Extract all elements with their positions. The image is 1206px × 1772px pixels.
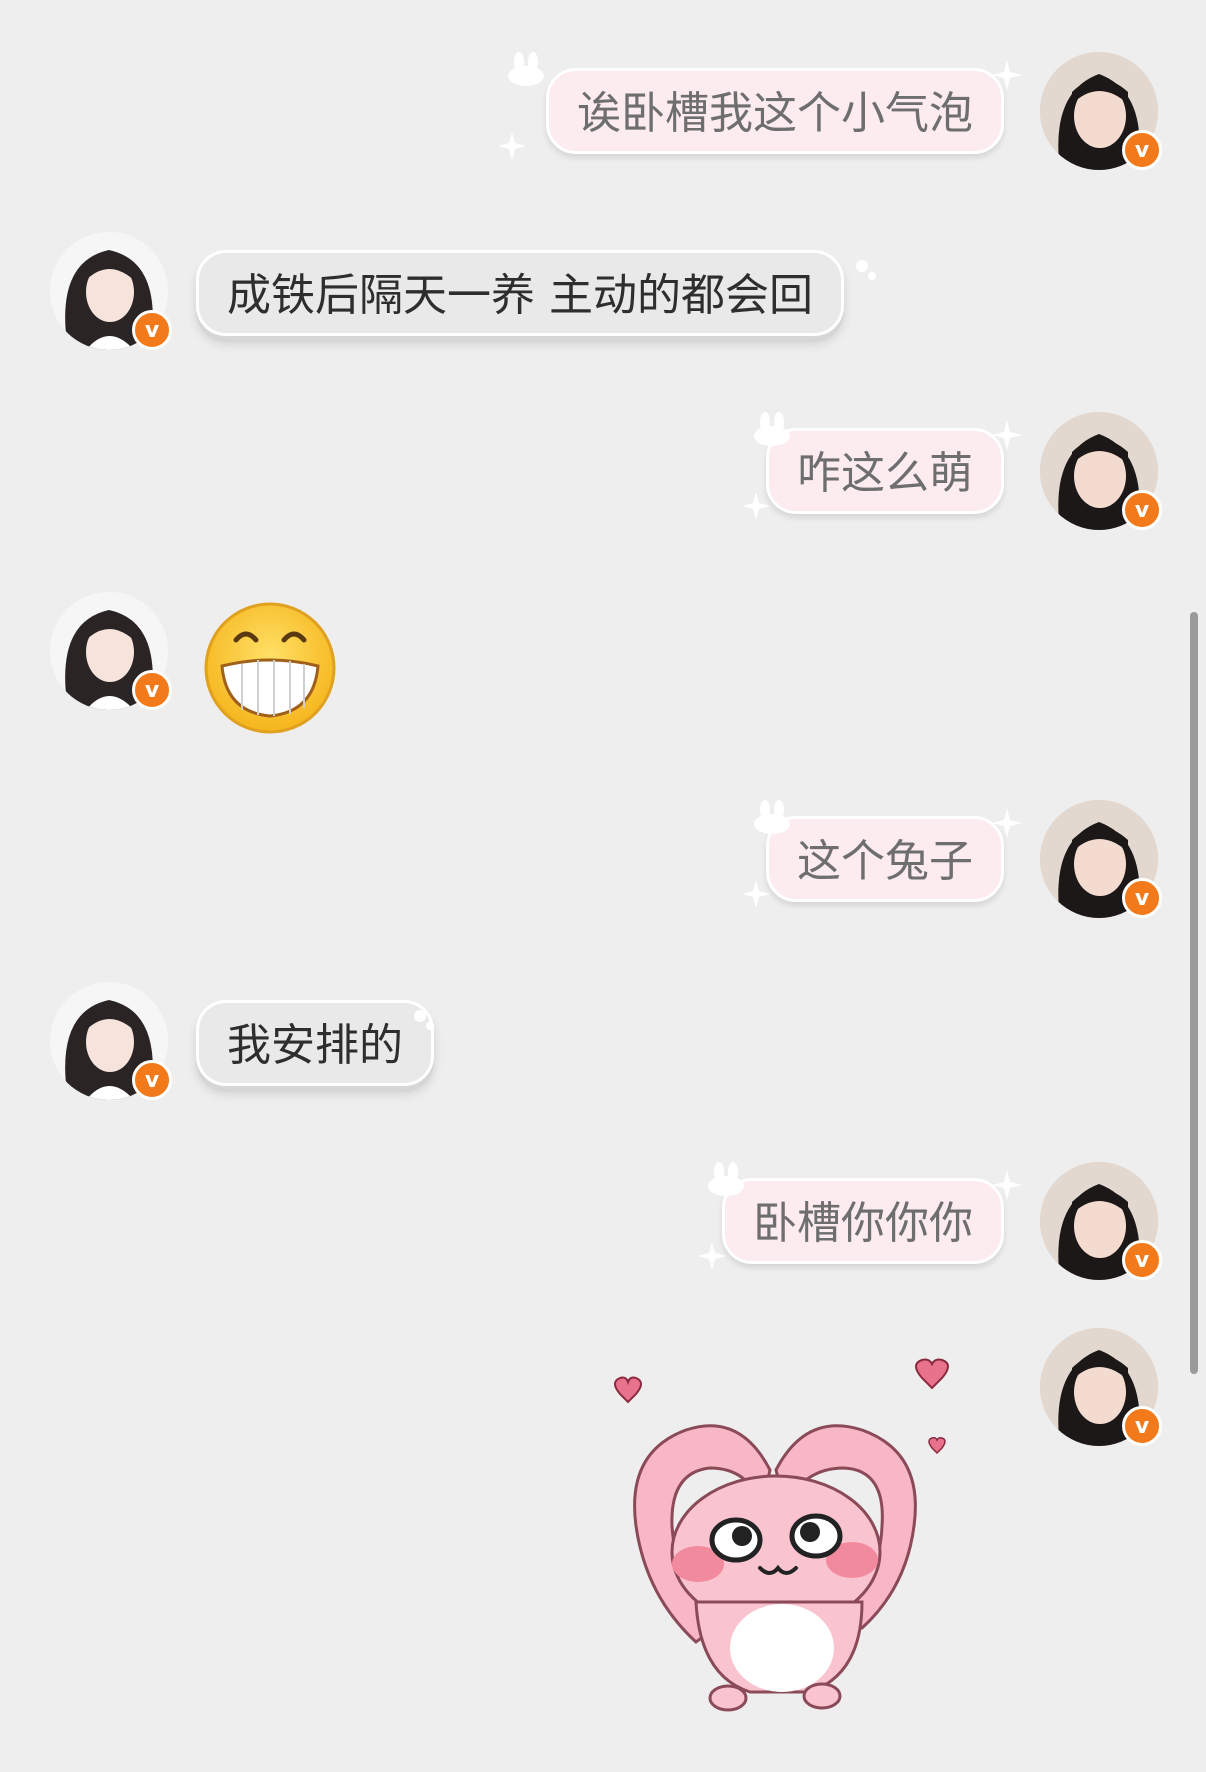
avatar[interactable]: v bbox=[1040, 52, 1162, 170]
message-row: v bbox=[0, 1326, 1206, 1726]
avatar[interactable]: v bbox=[50, 232, 172, 350]
sparkle-icon bbox=[698, 1242, 726, 1270]
sparkle-icon bbox=[742, 492, 770, 520]
bunny-icon bbox=[708, 1162, 744, 1196]
shine-icon bbox=[414, 1010, 434, 1030]
message-bubble[interactable]: 我安排的 bbox=[196, 1000, 434, 1086]
bunny-icon bbox=[754, 412, 790, 446]
verified-badge-icon: v bbox=[1122, 1240, 1162, 1280]
avatar[interactable]: v bbox=[1040, 1328, 1162, 1446]
message-row: 咋这么萌 v bbox=[0, 410, 1206, 540]
verified-badge-icon: v bbox=[132, 670, 172, 710]
message-bubble[interactable]: 卧槽你你你 bbox=[722, 1178, 1004, 1264]
verified-badge-icon: v bbox=[1122, 490, 1162, 530]
verified-badge-icon: v bbox=[132, 310, 172, 350]
avatar[interactable]: v bbox=[50, 592, 172, 710]
message-text: 这个兔子 bbox=[797, 836, 973, 887]
message-bubble[interactable]: 这个兔子 bbox=[766, 816, 1004, 902]
message-text: 卧槽你你你 bbox=[753, 1198, 973, 1249]
pink-bunny-heart-sticker-icon[interactable] bbox=[600, 1356, 960, 1726]
sparkle-icon bbox=[992, 60, 1022, 90]
message-text: 我安排的 bbox=[227, 1020, 403, 1071]
message-text: 诶卧槽我这个小气泡 bbox=[577, 88, 973, 139]
message-bubble[interactable]: 诶卧槽我这个小气泡 bbox=[546, 68, 1004, 154]
message-row: v 成铁后隔天一养 主动的都会回 bbox=[0, 232, 1206, 352]
message-row: 诶卧槽我这个小气泡 v bbox=[0, 50, 1206, 180]
chat-conversation: 诶卧槽我这个小气泡 v v 成铁后隔天一养 主动的都会回 咋这么萌 v v 这个… bbox=[0, 0, 1206, 1772]
message-row: v 我安排的 bbox=[0, 982, 1206, 1102]
message-row: 这个兔子 v bbox=[0, 798, 1206, 928]
message-bubble[interactable]: 咋这么萌 bbox=[766, 428, 1004, 514]
shine-icon bbox=[856, 260, 876, 280]
verified-badge-icon: v bbox=[1122, 878, 1162, 918]
avatar[interactable]: v bbox=[1040, 1162, 1162, 1280]
avatar[interactable]: v bbox=[1040, 412, 1162, 530]
grinning-face-emoji-icon[interactable] bbox=[202, 600, 338, 736]
verified-badge-icon: v bbox=[1122, 1406, 1162, 1446]
bunny-icon bbox=[508, 52, 544, 86]
avatar[interactable]: v bbox=[1040, 800, 1162, 918]
verified-badge-icon: v bbox=[1122, 130, 1162, 170]
message-text: 咋这么萌 bbox=[797, 448, 973, 499]
message-text: 成铁后隔天一养 主动的都会回 bbox=[227, 270, 813, 321]
message-bubble[interactable]: 成铁后隔天一养 主动的都会回 bbox=[196, 250, 844, 336]
message-row: v bbox=[0, 592, 1206, 742]
scrollbar[interactable] bbox=[1190, 612, 1198, 1374]
verified-badge-icon: v bbox=[132, 1060, 172, 1100]
sparkle-icon bbox=[742, 880, 770, 908]
message-row: 卧槽你你你 v bbox=[0, 1160, 1206, 1290]
sparkle-icon bbox=[498, 132, 526, 160]
sparkle-icon bbox=[992, 1170, 1022, 1200]
sparkle-icon bbox=[992, 808, 1022, 838]
avatar[interactable]: v bbox=[50, 982, 172, 1100]
bunny-icon bbox=[754, 800, 790, 834]
sparkle-icon bbox=[992, 420, 1022, 450]
